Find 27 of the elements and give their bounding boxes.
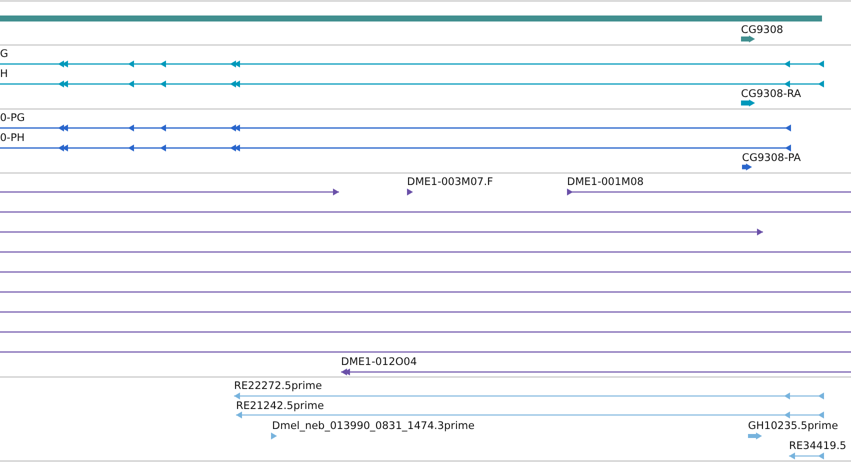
feature-label: G bbox=[0, 48, 8, 60]
feature-label: GH10235.5prime bbox=[748, 420, 838, 432]
protein-glyph[interactable] bbox=[0, 144, 791, 152]
feature-label: RE21242.5prime bbox=[236, 400, 324, 412]
clone-glyph[interactable] bbox=[0, 188, 339, 196]
feature-label: CG9308-PA bbox=[742, 152, 801, 164]
transcript-glyph[interactable] bbox=[741, 100, 755, 106]
protein-glyph[interactable] bbox=[742, 164, 752, 170]
feature-label: DME1-001M08 bbox=[567, 176, 644, 188]
clone-glyph[interactable] bbox=[567, 188, 851, 196]
feature-label: DME1-003M07.F bbox=[407, 176, 494, 188]
feature-label: RE34419.5 bbox=[789, 440, 846, 452]
feature-label: 0-PG bbox=[0, 112, 25, 124]
protein-glyph[interactable] bbox=[0, 124, 791, 132]
clone-glyph[interactable] bbox=[407, 188, 413, 196]
feature-label: CG9308 bbox=[741, 24, 784, 36]
feature-label: CG9308-RA bbox=[741, 88, 802, 100]
feature-label: Dmel_neb_013990_0831_1474.3prime bbox=[272, 420, 475, 432]
feature-label: DME1-012O04 bbox=[341, 356, 417, 368]
feature-label: H bbox=[0, 68, 8, 80]
transcript-glyph[interactable] bbox=[0, 80, 824, 88]
gene-glyph[interactable] bbox=[741, 36, 755, 42]
feature-label: 0-PH bbox=[0, 132, 25, 144]
clone-glyph[interactable] bbox=[341, 368, 851, 376]
transcript-glyph[interactable] bbox=[0, 60, 824, 68]
feature-label: RE22272.5prime bbox=[234, 380, 322, 392]
clone-glyph[interactable] bbox=[0, 228, 763, 236]
